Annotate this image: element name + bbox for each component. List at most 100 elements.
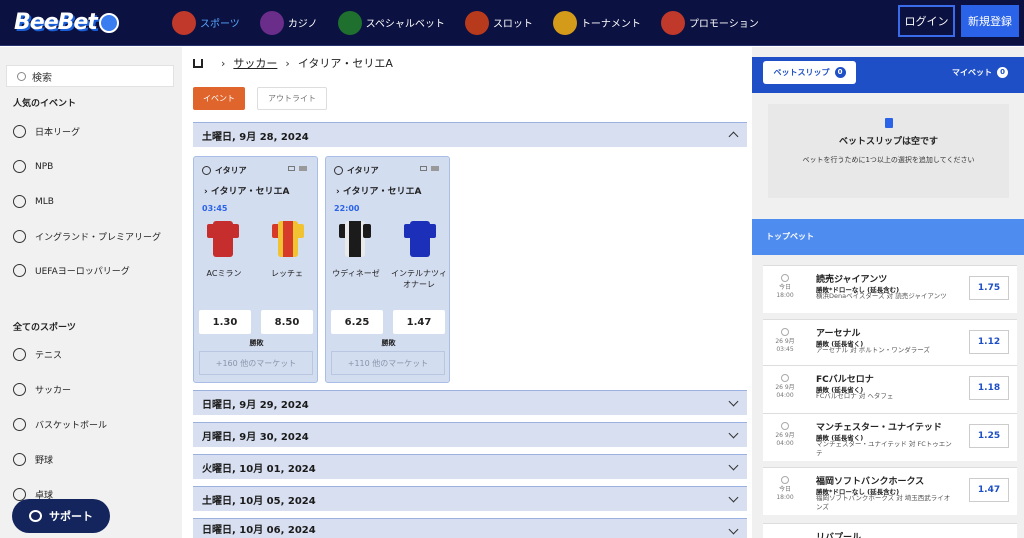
topbet-item[interactable]: 今日 18:00 福岡ソフトバンクホークス 勝敗*ドローなし (延長含む) 福岡ソ… <box>763 467 1017 515</box>
register-button[interactable]: 新規登録 <box>961 5 1019 37</box>
topbet-match: 福岡ソフトバンクホークス 対 埼玉西武ライオンズ <box>816 494 951 511</box>
chevron-right-icon: › <box>285 56 290 70</box>
away-team-name: インテルナツィオナーレ <box>391 269 447 289</box>
tab-events[interactable]: イベント <box>193 87 245 110</box>
topbet-datetime: 今日 18:00 <box>763 476 807 502</box>
sidebar-item-premier-league[interactable]: イングランド・プレミアリーグ <box>13 230 161 243</box>
topbet-odd-button[interactable]: 1.12 <box>969 330 1009 354</box>
more-markets-button[interactable]: +110 他のマーケット <box>331 351 445 375</box>
sidebar-item-label: イングランド・プレミアリーグ <box>35 233 162 243</box>
sidebar-item-basketball[interactable]: バスケットボール <box>13 418 107 431</box>
search-icon <box>17 71 26 81</box>
sidebar-item-label: NPB <box>35 161 54 172</box>
topbet-time: 18:00 <box>776 494 794 501</box>
search-input[interactable]: 検索 <box>6 65 174 87</box>
sidebar-item-tennis[interactable]: テニス <box>13 348 62 361</box>
topbet-odd-button[interactable]: 1.47 <box>969 478 1009 502</box>
chevron-down-icon <box>728 396 739 407</box>
day-header[interactable]: 日曜日, 9月 29, 2024 <box>193 390 747 415</box>
topbet-item[interactable]: 26 9月 04:00 FCバルセロナ 勝敗 (延長省く) FCバルセロナ 対 ヘ… <box>763 365 1017 413</box>
match-time: 03:45 <box>202 204 228 213</box>
day-label: 土曜日, 10月 05, 2024 <box>202 495 316 507</box>
sidebar-item-npb[interactable]: NPB <box>13 160 53 173</box>
nav-slots[interactable]: スロット <box>455 0 543 46</box>
country-name: イタリア <box>347 166 379 175</box>
baseball-icon <box>13 160 26 173</box>
tab-outrights[interactable]: アウトライト <box>257 87 327 110</box>
nav-casino-label: カジノ <box>287 19 318 30</box>
sidebar-item-label: 野球 <box>35 456 54 466</box>
search-placeholder: 検索 <box>32 72 52 84</box>
soccer-ball-icon <box>202 166 211 175</box>
chevron-down-icon <box>728 492 739 503</box>
topbet-time: 18:00 <box>776 292 794 299</box>
more-markets-button[interactable]: +160 他のマーケット <box>199 351 313 375</box>
brand-logo[interactable]: BeeBet <box>0 0 140 46</box>
sidebar-item-europa-league[interactable]: UEFAヨーロッパリーグ <box>13 264 130 277</box>
nav-tournament-label: トーナメント <box>580 19 641 30</box>
day-header[interactable]: 土曜日, 9月 28, 2024 <box>193 122 747 147</box>
topbet-match: アーセナル 対 ボルトン・ワンダラーズ <box>816 346 930 354</box>
topbet-odd-button[interactable]: 1.25 <box>969 424 1009 448</box>
topbet-item[interactable]: 26 9月 03:45 アーセナル 勝敗 (延長省く) アーセナル 対 ボルトン・… <box>763 319 1017 367</box>
odd-home-button[interactable]: 1.30 <box>199 310 251 334</box>
support-label: サポート <box>49 510 93 523</box>
topbet-item[interactable]: リバプール <box>763 523 1017 538</box>
sidebar-item-soccer[interactable]: サッカー <box>13 383 71 396</box>
nav-sports[interactable]: スポーツ <box>162 0 250 46</box>
nav-sports-label: スポーツ <box>200 19 240 30</box>
odd-away-button[interactable]: 8.50 <box>261 310 313 334</box>
sidebar-item-label: MLB <box>35 196 54 207</box>
mybets-tab[interactable]: マイベット 0 <box>952 61 1008 84</box>
topbet-match: マンチェスター・ユナイテッド 対 FCトゥエンテ <box>816 440 952 457</box>
empty-description: ベットを行うために1つ以上の選択を追加してください <box>802 156 975 164</box>
topbet-odd-button[interactable]: 1.18 <box>969 376 1009 400</box>
market-label: 勝敗 <box>381 339 396 347</box>
support-button[interactable]: サポート <box>12 499 110 533</box>
betslip-tab[interactable]: ベットスリップ 0 <box>763 61 856 84</box>
topbet-odd-button[interactable]: 1.75 <box>969 276 1009 300</box>
topbet-date: 26 9月 <box>775 338 795 345</box>
topbet-item[interactable]: 今日 18:00 読売ジャイアンツ 勝敗*ドローなし (延長含む) 横浜Denaベ… <box>763 265 1017 313</box>
soccer-ball-icon <box>781 422 789 430</box>
soccer-ball-icon <box>13 264 26 277</box>
nav-casino[interactable]: カジノ <box>250 0 328 46</box>
sidebar-item-mlb[interactable]: MLB <box>13 195 54 208</box>
odd-away-button[interactable]: 1.47 <box>393 310 445 334</box>
topbets-heading: トップベット <box>752 219 1024 255</box>
empty-title: ベットスリップは空です <box>838 137 938 147</box>
nav-special-bet[interactable]: スペシャルベット <box>328 0 455 46</box>
day-label: 月曜日, 9月 30, 2024 <box>202 431 309 443</box>
competition-name: › イタリア・セリエA <box>336 187 422 197</box>
soccer-ball-icon <box>13 230 26 243</box>
baseball-icon <box>781 274 789 282</box>
sidebar-item-baseball[interactable]: 野球 <box>13 453 53 466</box>
soccer-ball-icon <box>13 125 26 138</box>
betslip-count: 0 <box>834 67 846 78</box>
topbet-datetime: 今日 18:00 <box>763 274 807 300</box>
day-header[interactable]: 月曜日, 9月 30, 2024 <box>193 422 747 447</box>
home-icon[interactable] <box>193 58 203 68</box>
topbet-time: 03:45 <box>776 346 794 353</box>
betslip-panel: ベットスリップ 0 マイベット 0 ベットスリップは空です ベットを行うために1… <box>752 47 1024 538</box>
slots-icon <box>464 10 489 35</box>
breadcrumb-soccer[interactable]: サッカー <box>233 55 277 71</box>
sidebar-item-label: サッカー <box>35 386 72 396</box>
day-header[interactable]: 土曜日, 10月 05, 2024 <box>193 486 747 511</box>
sidebar-item-jleague[interactable]: 日本リーグ <box>13 125 80 138</box>
country-name: イタリア <box>215 166 247 175</box>
casino-icon <box>259 10 284 35</box>
day-header[interactable]: 火曜日, 10月 01, 2024 <box>193 454 747 479</box>
day-header[interactable]: 日曜日, 10月 06, 2024 <box>193 518 747 538</box>
nav-promotion[interactable]: プロモーション <box>651 0 769 46</box>
nav-tournament[interactable]: トーナメント <box>543 0 651 46</box>
topbet-item[interactable]: 26 9月 04:00 マンチェスター・ユナイテッド 勝敗 (延長省く) マンチェ… <box>763 413 1017 461</box>
chevron-down-icon <box>728 524 739 535</box>
baseball-icon <box>781 476 789 484</box>
login-button[interactable]: ログイン <box>898 5 955 37</box>
topbet-match: FCバルセロナ 対 ヘタフェ <box>816 392 894 400</box>
soccer-ball-icon <box>781 328 789 336</box>
tv-icon <box>288 166 295 171</box>
market-label: 勝敗 <box>249 339 264 347</box>
odd-home-button[interactable]: 6.25 <box>331 310 383 334</box>
